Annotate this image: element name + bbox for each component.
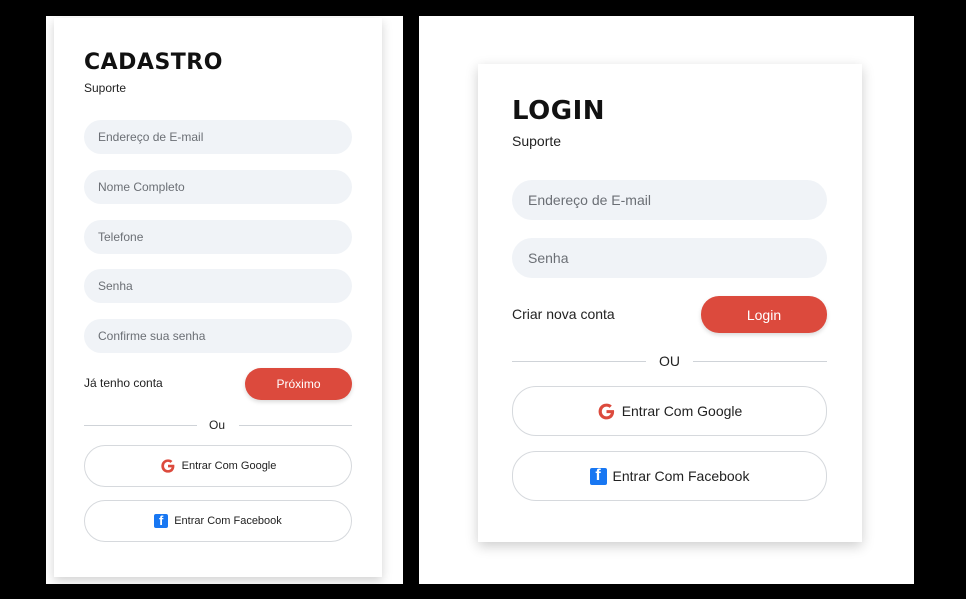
- facebook-icon: f: [154, 514, 169, 528]
- facebook-login-button[interactable]: f Entrar Com Facebook: [84, 500, 352, 542]
- login-card: LOGIN Suporte Criar nova conta Login OU …: [478, 64, 862, 542]
- google-login-button[interactable]: Entrar Com Google: [512, 386, 827, 436]
- email-field[interactable]: [84, 120, 352, 154]
- cadastro-card: CADASTRO Suporte Já tenho conta Próximo …: [54, 18, 382, 577]
- divider-line-left: [84, 425, 197, 426]
- full-name-field[interactable]: [84, 170, 352, 204]
- divider-line-right: [239, 425, 352, 426]
- google-login-button[interactable]: Entrar Com Google: [84, 445, 352, 487]
- facebook-icon: f: [589, 467, 607, 485]
- divider-line-left: [512, 361, 646, 362]
- divider-line-right: [693, 361, 827, 362]
- already-have-account-link[interactable]: Já tenho conta: [84, 376, 163, 390]
- divider-text: OU: [659, 353, 680, 369]
- facebook-button-label: Entrar Com Facebook: [174, 515, 282, 527]
- next-button[interactable]: Próximo: [245, 368, 352, 400]
- cadastro-panel: CADASTRO Suporte Já tenho conta Próximo …: [46, 16, 403, 584]
- login-subtitle: Suporte: [512, 133, 562, 149]
- google-icon: [160, 459, 175, 473]
- login-button[interactable]: Login: [701, 296, 827, 333]
- login-panel: LOGIN Suporte Criar nova conta Login OU …: [419, 16, 914, 584]
- login-title: LOGIN: [512, 96, 606, 126]
- google-icon: [598, 403, 614, 419]
- cadastro-subtitle: Suporte: [84, 81, 127, 95]
- phone-field[interactable]: [84, 220, 352, 254]
- google-button-label: Entrar Com Google: [621, 403, 743, 419]
- confirm-password-field[interactable]: [84, 319, 352, 353]
- email-field[interactable]: [512, 180, 827, 220]
- google-button-label: Entrar Com Google: [181, 460, 277, 472]
- password-field[interactable]: [512, 238, 827, 278]
- create-account-link[interactable]: Criar nova conta: [512, 306, 615, 322]
- facebook-button-label: Entrar Com Facebook: [612, 468, 750, 484]
- divider-text: Ou: [209, 418, 226, 432]
- facebook-login-button[interactable]: f Entrar Com Facebook: [512, 451, 827, 501]
- cadastro-title: CADASTRO: [84, 50, 223, 75]
- password-field[interactable]: [84, 269, 352, 303]
